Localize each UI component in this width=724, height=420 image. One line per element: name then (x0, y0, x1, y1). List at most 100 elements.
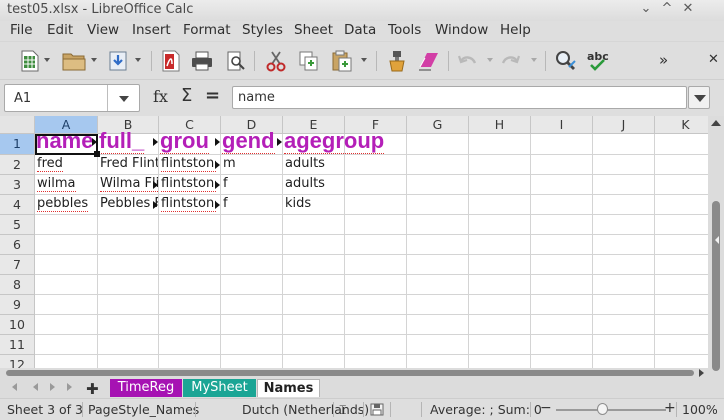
clone-formatting-icon[interactable] (385, 50, 409, 72)
open-dropdown-icon[interactable] (91, 58, 97, 62)
menu-tools[interactable]: Tools (388, 22, 421, 38)
row-header-4[interactable]: 4 (0, 195, 35, 215)
paste-dropdown-icon[interactable] (361, 58, 367, 62)
column-header-k[interactable]: K (655, 116, 708, 134)
close-window-button[interactable]: ✕ (680, 1, 696, 16)
menu-styles[interactable]: Styles (242, 22, 283, 38)
add-sheet-button[interactable]: ✚ (86, 380, 99, 398)
cell-d1[interactable]: gend (221, 128, 277, 154)
column-header-i[interactable]: I (531, 116, 593, 134)
menu-format[interactable]: Format (183, 22, 231, 38)
sidebar-toggle-icon[interactable] (715, 236, 719, 244)
spreadsheet-grid[interactable]: A B C D E F G H I J K 1 2 3 4 5 6 7 8 9 … (0, 116, 708, 368)
close-document-button[interactable]: ✕ (708, 52, 719, 67)
redo-icon[interactable] (498, 50, 522, 72)
expand-formula-bar-button[interactable] (688, 86, 710, 109)
minimize-button[interactable]: ⌄ (638, 1, 654, 16)
redo-dropdown-icon[interactable] (531, 58, 537, 62)
export-pdf-icon[interactable] (160, 50, 182, 72)
zoom-in-button[interactable]: + (664, 400, 676, 416)
row-header-3[interactable]: 3 (0, 175, 35, 195)
clear-formatting-icon[interactable] (417, 50, 441, 72)
menu-view[interactable]: View (87, 22, 119, 38)
vertical-scrollbar[interactable] (708, 116, 724, 378)
undo-icon[interactable] (456, 50, 480, 72)
chevron-down-icon[interactable] (119, 96, 129, 102)
menu-data[interactable]: Data (344, 22, 376, 38)
cell-a4[interactable]: pebbles (35, 196, 97, 214)
cell-b1[interactable]: full_ (98, 128, 153, 154)
cell-b3[interactable]: Wilma Flin (98, 176, 158, 194)
column-header-j[interactable]: J (593, 116, 655, 134)
zoom-slider-handle[interactable] (597, 403, 608, 415)
save-dropdown-icon[interactable] (135, 58, 141, 62)
menu-help[interactable]: Help (500, 22, 531, 38)
row-header-7[interactable]: 7 (0, 255, 35, 275)
sheet-tab-timereg[interactable]: TimeReg (110, 379, 182, 397)
print-preview-icon[interactable] (225, 50, 247, 72)
cell-e2[interactable]: adults (283, 156, 344, 174)
vertical-scrollbar-thumb[interactable] (712, 201, 720, 371)
cell-c3[interactable]: flintstone (159, 176, 216, 194)
page-style[interactable]: PageStyle_Names (88, 402, 199, 417)
function-wizard-button[interactable]: fx (153, 87, 168, 106)
name-box[interactable]: A1 (4, 84, 140, 112)
formula-button[interactable]: = (205, 85, 220, 106)
cell-b4[interactable]: Pebbles F (98, 196, 158, 214)
row-header-8[interactable]: 8 (0, 275, 35, 295)
spelling-icon[interactable]: abc (585, 50, 613, 72)
undo-dropdown-icon[interactable] (487, 58, 493, 62)
row-header-6[interactable]: 6 (0, 235, 35, 255)
sheet-tab-names[interactable]: Names (257, 379, 320, 397)
menu-window[interactable]: Window (435, 22, 488, 38)
menu-insert[interactable]: Insert (132, 22, 171, 38)
row-header-10[interactable]: 10 (0, 315, 35, 335)
cell-d4[interactable]: f (221, 196, 282, 214)
paste-icon[interactable] (330, 50, 354, 72)
cell-a2[interactable]: fred (35, 156, 97, 174)
previous-sheet-icon[interactable] (33, 383, 38, 391)
sheet-tab-mysheet[interactable]: MySheet (183, 379, 256, 397)
horizontal-scrollbar[interactable] (0, 368, 708, 378)
maximize-button[interactable]: ^ (659, 1, 675, 16)
open-icon[interactable] (61, 50, 87, 72)
cell-c2[interactable]: flintstone (159, 156, 216, 174)
last-sheet-icon[interactable] (67, 383, 72, 391)
horizontal-scrollbar-thumb[interactable] (6, 370, 694, 376)
cell-c4[interactable]: flintstone (159, 196, 216, 214)
menu-sheet[interactable]: Sheet (294, 22, 333, 38)
sum-button[interactable]: Σ (181, 85, 192, 106)
insert-mode[interactable]: ⌶ (339, 402, 347, 418)
new-icon[interactable] (19, 50, 41, 72)
save-icon[interactable] (107, 50, 129, 72)
scroll-right-icon[interactable] (699, 369, 704, 377)
cell-e3[interactable]: adults (283, 176, 344, 194)
row-header-1[interactable]: 1 (0, 134, 35, 155)
first-sheet-icon[interactable] (12, 383, 17, 391)
zoom-level[interactable]: 100% (682, 402, 718, 417)
select-all-corner[interactable] (0, 116, 35, 134)
zoom-out-button[interactable]: − (540, 400, 552, 416)
next-sheet-icon[interactable] (50, 383, 55, 391)
cell-e4[interactable]: kids (283, 196, 344, 214)
row-header-11[interactable]: 11 (0, 335, 35, 355)
cell-d3[interactable]: f (221, 176, 282, 194)
row-header-12[interactable]: 12 (0, 355, 35, 368)
menu-file[interactable]: File (10, 22, 33, 38)
row-header-9[interactable]: 9 (0, 295, 35, 315)
cell-a3[interactable]: wilma (35, 176, 97, 194)
copy-icon[interactable] (298, 50, 320, 72)
new-dropdown-icon[interactable] (44, 58, 50, 62)
language[interactable]: Dutch (Netherlands) (242, 402, 369, 417)
autofill-handle[interactable] (94, 151, 100, 157)
row-header-5[interactable]: 5 (0, 215, 35, 235)
cell-d2[interactable]: m (221, 156, 282, 174)
column-header-h[interactable]: H (469, 116, 531, 134)
column-header-g[interactable]: G (407, 116, 469, 134)
scroll-up-icon[interactable] (711, 120, 721, 126)
cell-b2[interactable]: Fred Flint (98, 156, 158, 174)
selection-statistics[interactable]: Average: ; Sum: 0 (430, 402, 542, 417)
print-icon[interactable] (190, 50, 214, 72)
menu-edit[interactable]: Edit (47, 22, 73, 38)
zoom-slider[interactable] (556, 409, 666, 411)
